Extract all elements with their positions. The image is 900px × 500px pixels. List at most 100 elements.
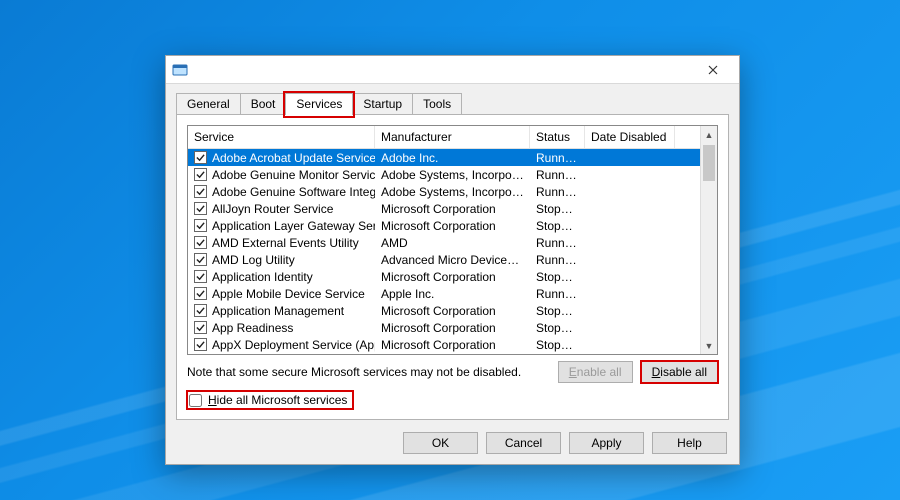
disable-all-label: isable all	[660, 365, 707, 379]
service-name: Adobe Genuine Software Integri...	[212, 185, 375, 199]
enable-all-button[interactable]: Enable all	[558, 361, 633, 383]
table-row[interactable]: Application Layer Gateway ServiceMicroso…	[188, 217, 700, 234]
manufacturer-cell: Adobe Systems, Incorpora...	[375, 184, 530, 200]
row-checkbox[interactable]	[194, 321, 207, 334]
services-listview[interactable]: Service Manufacturer Status Date Disable…	[187, 125, 718, 355]
service-name: AMD Log Utility	[212, 253, 295, 267]
row-checkbox[interactable]	[194, 151, 207, 164]
enable-all-mnemonic: E	[569, 365, 577, 379]
service-name: Application Management	[212, 304, 344, 318]
manufacturer-cell: Advanced Micro Devices, I...	[375, 252, 530, 268]
cancel-button[interactable]: Cancel	[486, 432, 561, 454]
msconfig-window: GeneralBootServicesStartupTools Service …	[165, 55, 740, 465]
row-checkbox[interactable]	[194, 304, 207, 317]
date-disabled-cell	[585, 191, 675, 193]
manufacturer-cell: AMD	[375, 235, 530, 251]
date-disabled-cell	[585, 174, 675, 176]
status-cell: Stopped	[530, 218, 585, 234]
row-checkbox[interactable]	[194, 270, 207, 283]
hide-microsoft-label[interactable]: Hide all Microsoft services	[208, 393, 347, 407]
scroll-up-icon[interactable]: ▲	[701, 126, 717, 143]
col-service[interactable]: Service	[188, 126, 375, 148]
status-cell: Running	[530, 252, 585, 268]
service-name: Adobe Genuine Monitor Service	[212, 168, 375, 182]
tab-tools[interactable]: Tools	[412, 93, 462, 115]
tab-general[interactable]: General	[176, 93, 241, 115]
row-checkbox[interactable]	[194, 185, 207, 198]
col-status[interactable]: Status	[530, 126, 585, 148]
row-checkbox[interactable]	[194, 338, 207, 351]
date-disabled-cell	[585, 242, 675, 244]
service-name: AMD External Events Utility	[212, 236, 359, 250]
col-manufacturer[interactable]: Manufacturer	[375, 126, 530, 148]
dialog-button-row: OK Cancel Apply Help	[166, 426, 739, 464]
hide-label-rest: ide all Microsoft services	[217, 393, 348, 407]
service-name: App Readiness	[212, 321, 293, 335]
titlebar	[166, 56, 739, 84]
scroll-down-icon[interactable]: ▼	[701, 337, 717, 354]
table-row[interactable]: Apple Mobile Device ServiceApple Inc.Run…	[188, 285, 700, 302]
row-checkbox[interactable]	[194, 168, 207, 181]
status-cell: Running	[530, 184, 585, 200]
date-disabled-cell	[585, 344, 675, 346]
help-button[interactable]: Help	[652, 432, 727, 454]
service-name: Apple Mobile Device Service	[212, 287, 365, 301]
manufacturer-cell: Microsoft Corporation	[375, 201, 530, 217]
date-disabled-cell	[585, 327, 675, 329]
manufacturer-cell: Adobe Systems, Incorpora...	[375, 167, 530, 183]
table-row[interactable]: Application Management Microsoft Corporat…	[188, 302, 700, 319]
table-row[interactable]: AppX Deployment Service (AppX...Microsof…	[188, 336, 700, 353]
date-disabled-cell	[585, 310, 675, 312]
disable-all-mnemonic: D	[652, 365, 661, 379]
manufacturer-cell: Adobe Inc.	[375, 150, 530, 166]
service-name: Application Identity	[212, 270, 313, 284]
table-row[interactable]: Adobe Genuine Monitor ServiceAdobe Syste…	[188, 166, 700, 183]
tab-services[interactable]: Services	[285, 93, 353, 115]
status-cell: Stopped	[530, 303, 585, 319]
row-checkbox[interactable]	[194, 202, 207, 215]
table-row[interactable]: AMD Log Utility Advanced Micro Devices, I…	[188, 251, 700, 268]
col-date-disabled[interactable]: Date Disabled	[585, 126, 675, 148]
manufacturer-cell: Microsoft Corporation	[375, 269, 530, 285]
table-row[interactable]: Adobe Acrobat Update ServiceAdobe Inc.Ru…	[188, 149, 700, 166]
scroll-thumb[interactable]	[703, 145, 715, 181]
service-name: AllJoyn Router Service	[212, 202, 333, 216]
table-row[interactable]: App Readiness Microsoft CorporationStoppe…	[188, 319, 700, 336]
hide-mnemonic: H	[208, 393, 217, 407]
close-button[interactable]	[693, 57, 733, 83]
table-row[interactable]: AMD External Events Utility AMDRunning	[188, 234, 700, 251]
date-disabled-cell	[585, 293, 675, 295]
row-checkbox[interactable]	[194, 236, 207, 249]
vertical-scrollbar[interactable]: ▲ ▼	[700, 126, 717, 354]
date-disabled-cell	[585, 276, 675, 278]
tab-startup[interactable]: Startup	[352, 93, 413, 115]
tab-boot[interactable]: Boot	[240, 93, 287, 115]
row-checkbox[interactable]	[194, 287, 207, 300]
ok-button[interactable]: OK	[403, 432, 478, 454]
row-checkbox[interactable]	[194, 253, 207, 266]
service-name: Application Layer Gateway Service	[212, 219, 375, 233]
list-header[interactable]: Service Manufacturer Status Date Disable…	[188, 126, 700, 149]
hide-microsoft-checkbox[interactable]	[189, 394, 202, 407]
status-cell: Stopped	[530, 337, 585, 353]
table-row[interactable]: Adobe Genuine Software Integri...Adobe S…	[188, 183, 700, 200]
table-row[interactable]: Application Identity Microsoft Corporatio…	[188, 268, 700, 285]
manufacturer-cell: Microsoft Corporation	[375, 320, 530, 336]
status-cell: Running	[530, 167, 585, 183]
note-text: Note that some secure Microsoft services…	[187, 365, 550, 379]
manufacturer-cell: Apple Inc.	[375, 286, 530, 302]
scroll-track[interactable]	[701, 143, 717, 337]
service-name: AppX Deployment Service (AppX...	[212, 338, 375, 352]
row-checkbox[interactable]	[194, 219, 207, 232]
manufacturer-cell: Microsoft Corporation	[375, 218, 530, 234]
apply-button[interactable]: Apply	[569, 432, 644, 454]
manufacturer-cell: Microsoft Corporation	[375, 337, 530, 353]
date-disabled-cell	[585, 259, 675, 261]
service-name: Adobe Acrobat Update Service	[212, 151, 375, 165]
manufacturer-cell: Microsoft Corporation	[375, 303, 530, 319]
status-cell: Running	[530, 235, 585, 251]
table-row[interactable]: AllJoyn Router Service Microsoft Corporat…	[188, 200, 700, 217]
status-cell: Stopped	[530, 320, 585, 336]
disable-all-button[interactable]: Disable all	[641, 361, 718, 383]
tab-bar: GeneralBootServicesStartupTools	[166, 84, 739, 114]
